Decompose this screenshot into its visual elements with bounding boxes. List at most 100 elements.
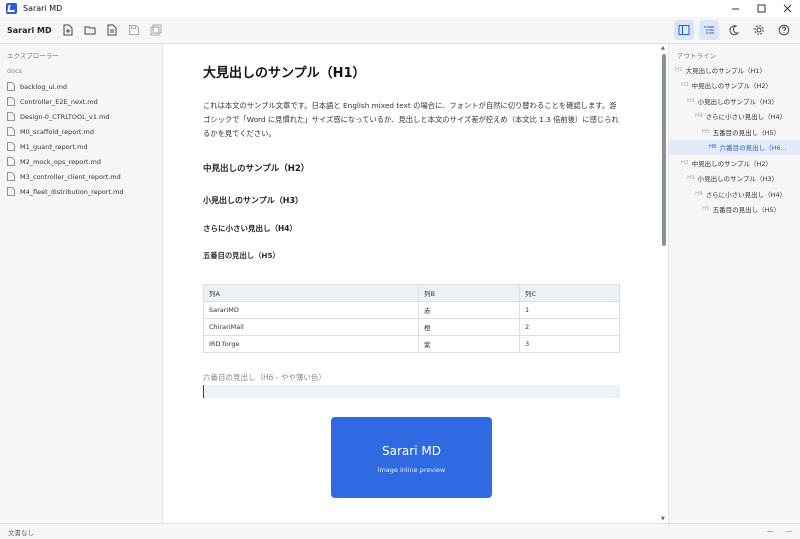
outline-item[interactable]: H4 さらに小さい見出し（H4） [669,109,800,125]
file-item[interactable]: M0_scaffold_report.md [0,124,162,139]
save-all-button[interactable] [146,20,166,40]
file-label: Design-0_CTRLTOOL_v1.md [20,112,110,121]
file-icon [7,127,15,136]
close-button[interactable] [774,0,800,17]
scrollbar-thumb[interactable] [662,54,666,246]
status-bar: 文書なし — — [0,523,800,539]
window-controls [722,0,800,17]
image-subtitle: image inline preview [377,466,446,474]
minimize-button[interactable] [722,0,748,17]
gear-icon [754,25,764,35]
file-item[interactable]: backlog_ui.md [0,79,162,94]
file-label: M4_fleet_distribution_report.md [20,187,124,196]
scroll-up-arrow-icon[interactable]: ▲ [661,45,665,51]
toolbar: Sarari MD [0,17,800,44]
outline-level: H4 [695,190,703,197]
minimize-icon [731,8,739,10]
outline-text: 六番目の見出し（H6... [719,144,787,153]
editor-pane[interactable]: 大見出しのサンプル（H1） これは本文のサンプル文章です。日本語と Englis… [163,44,668,523]
new-file-icon [63,24,73,36]
scroll-down-arrow-icon[interactable]: ▼ [661,516,665,522]
status-indicator-a: — [767,527,774,535]
file-item[interactable]: Design-0_CTRLTOOL_v1.md [0,109,162,124]
outline-level: H5 [702,206,710,213]
table-row: SarariMD 赤 1 [203,301,620,319]
file-item[interactable]: M1_guard_report.md [0,139,162,154]
file-icon [7,172,15,181]
table-cell: 3 [519,335,620,353]
file-icon [7,112,15,121]
outline-item[interactable]: H5 五番目の見出し（H5） [669,124,800,140]
toggle-sidebar-button[interactable] [674,20,694,40]
image-title: Sarari MD [382,444,441,458]
file-label: M0_scaffold_report.md [20,127,94,136]
window-title: Sarari MD [23,4,63,13]
file-icon [7,82,15,91]
file-item[interactable]: M4_fleet_distribution_report.md [0,184,162,199]
new-file-button[interactable] [58,20,78,40]
title-bar: Sarari MD [0,0,800,17]
outline-item[interactable]: H5 五番目の見出し（H5） [669,202,800,218]
toolbar-right-group [674,20,796,40]
status-right: — — [767,527,792,535]
table-header-cell: 列B [418,284,520,302]
outline-item[interactable]: H3 小見出しのサンプル（H3） [669,93,800,109]
outline-level: H3 [687,175,695,182]
table-header-row: 列A 列B 列C [203,284,620,302]
close-icon [783,4,791,13]
heading-h3: 小見出しのサンプル（H3） [203,196,304,205]
outline-item[interactable]: H3 小見出しのサンプル（H3） [669,171,800,187]
table-header-cell: 列C [519,284,620,302]
outline-text: さらに小さい見出し（H4） [705,190,787,199]
outline-level: H4 [695,113,703,120]
sample-table: 列A 列B 列C SarariMD 赤 1 ChirariMail 橙 2 IR… [203,284,620,353]
outline-item[interactable]: H2 中見出しのサンプル（H2） [669,155,800,171]
outline-level: H6 [709,144,717,151]
table-cell: 橙 [418,318,520,336]
file-list: backlog_ui.md Controller_E2E_next.md Desig… [0,79,162,199]
file-label: M2_mock_ops_report.md [20,157,102,166]
table-header-cell: 列A [203,284,419,302]
maximize-button[interactable] [748,0,774,17]
status-indicator-b: — [785,527,793,535]
help-button[interactable] [774,20,794,40]
outline-level: H2 [681,82,689,89]
folder-docs[interactable]: docs [7,67,162,75]
outline-item[interactable]: H6 六番目の見出し（H6... [669,139,800,155]
explorer-header: エクスプローラー [7,52,59,60]
outline-item[interactable]: H4 さらに小さい見出し（H4） [669,186,800,202]
outline-level: H5 [702,128,710,135]
explorer-sidebar: エクスプローラー docs backlog_ui.md Controller_E2… [0,44,163,523]
table-cell: 紫 [418,335,520,353]
file-item[interactable]: M3_controller_client_report.md [0,169,162,184]
maximize-icon [757,4,765,13]
settings-button[interactable] [749,20,769,40]
file-label: Controller_E2E_next.md [20,97,98,106]
outline-text: 中見出しのサンプル（H2） [691,159,772,168]
table-cell: IRD forge [203,335,419,353]
theme-toggle-button[interactable] [724,20,744,40]
file-icon [7,97,15,106]
document-icon [107,24,117,36]
folder-open-icon [84,26,96,35]
save-button[interactable] [124,20,144,40]
open-file-button[interactable] [102,20,122,40]
current-line[interactable] [203,385,620,398]
file-item[interactable]: M2_mock_ops_report.md [0,154,162,169]
file-item[interactable]: Controller_E2E_next.md [0,94,162,109]
table-cell: 赤 [418,301,520,319]
inline-image-preview: Sarari MD image inline preview [331,417,492,498]
table-cell: SarariMD [203,301,419,319]
outline-text: 小見出しのサンプル（H3） [697,175,778,184]
editor-scrollbar[interactable]: ▲ ▼ [660,44,668,523]
outline-text: 大見出しのサンプル（H1） [685,66,766,75]
outline-item[interactable]: H1 大見出しのサンプル（H1） [669,62,800,78]
table-row: ChirariMail 橙 2 [203,318,620,336]
table-cell: ChirariMail [203,318,419,336]
open-folder-button[interactable] [80,20,100,40]
status-text: 文書なし [8,528,34,537]
toggle-outline-button[interactable] [699,20,719,40]
save-icon [128,25,139,35]
outline-item[interactable]: H2 中見出しのサンプル（H2） [669,78,800,94]
outline-header: アウトライン [677,52,716,60]
